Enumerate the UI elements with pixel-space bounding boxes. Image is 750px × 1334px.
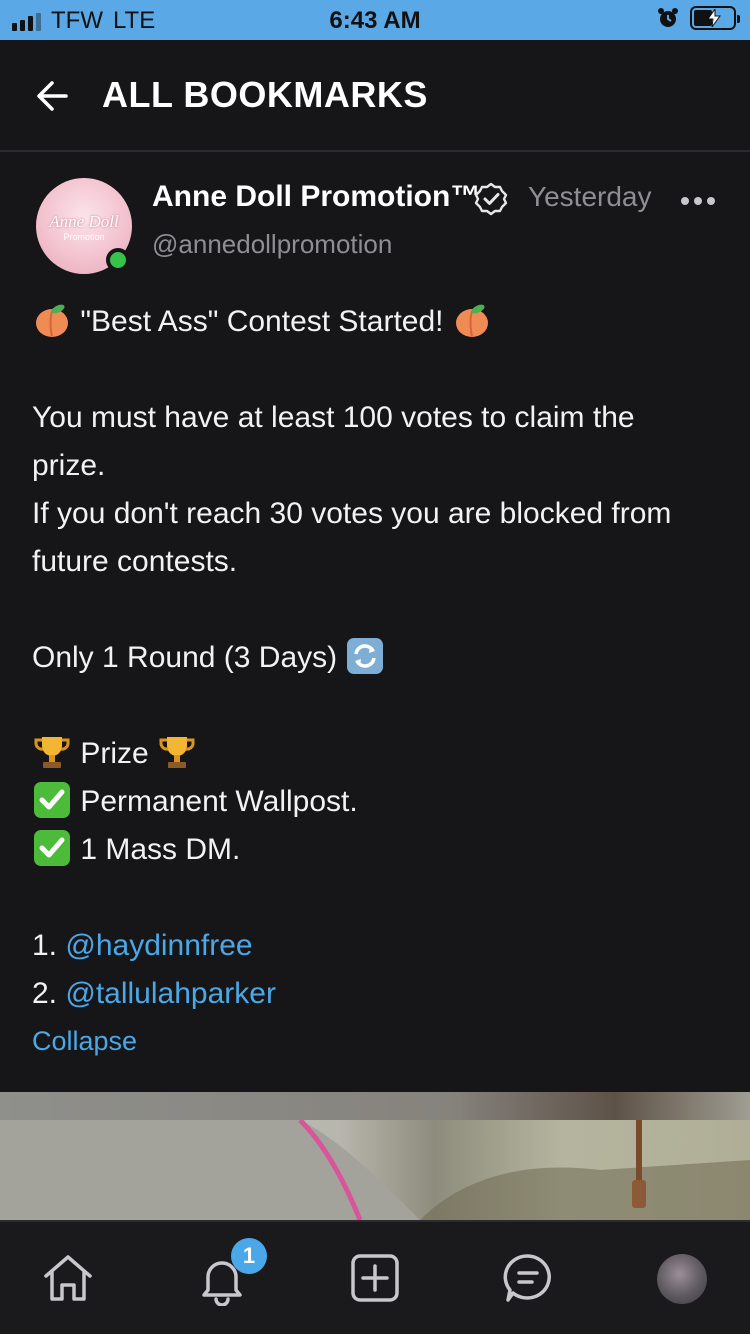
headline-line: "Best Ass" Contest Started! (32, 298, 722, 346)
media-divider (0, 1092, 750, 1120)
status-time: 6:43 AM (329, 7, 421, 34)
prize-line-2: 1 Mass DM. (32, 826, 722, 874)
page-title: ALL BOOKMARKS (102, 74, 428, 115)
entrant-number-2: 2. (32, 977, 58, 1010)
post-timestamp: Yesterday (528, 181, 652, 212)
entrant-line-2: 2. @tallulahparker (32, 970, 722, 1018)
avatar-logo-subtext: Promotion (63, 232, 105, 242)
trophy-emoji-icon (159, 737, 195, 769)
author-handle[interactable]: @annedollpromotion (152, 229, 392, 260)
back-arrow-icon[interactable] (32, 76, 72, 116)
prize-line-1: Permanent Wallpost. (32, 778, 722, 826)
alarm-icon (658, 8, 678, 27)
more-options-icon[interactable] (680, 196, 716, 206)
peach-emoji-icon (36, 304, 68, 338)
online-status-dot (106, 248, 130, 272)
trophy-emoji-icon (34, 737, 70, 769)
verified-badge-icon (474, 182, 508, 216)
round-info-line: Only 1 Round (3 Days) (32, 634, 722, 682)
prize-heading: Prize (80, 737, 149, 770)
post-body: "Best Ass" Contest Started! You must hav… (32, 298, 722, 1018)
prize-item-2: 1 Mass DM. (80, 833, 241, 866)
round-info: Only 1 Round (3 Days) (32, 641, 338, 674)
page-header: ALL BOOKMARKS (0, 40, 750, 152)
add-post-icon[interactable] (347, 1250, 403, 1306)
messages-icon[interactable] (500, 1250, 556, 1306)
check-mark-emoji-icon (34, 830, 70, 867)
check-mark-emoji-icon (34, 782, 70, 819)
peach-emoji-icon (455, 304, 488, 338)
entrant-line-1: 1. @haydinnfree (32, 922, 722, 970)
rule-line-2: prize. (32, 449, 106, 482)
rule-line-1: You must have at least 100 votes to clai… (32, 401, 635, 434)
bottom-navigation (0, 1220, 750, 1334)
media-preview-graphic (0, 1120, 750, 1220)
entrant-number-1: 1. (32, 929, 58, 962)
battery-icon (690, 6, 740, 30)
rule-line-4: future contests. (32, 545, 238, 578)
entrant-mention-2[interactable]: @tallulahparker (65, 977, 276, 1010)
post-headline: "Best Ass" Contest Started! (80, 305, 444, 338)
post-media-image[interactable] (0, 1120, 750, 1220)
home-icon[interactable] (40, 1250, 96, 1306)
collapse-link[interactable]: Collapse (32, 1026, 137, 1057)
author-name[interactable]: Anne Doll Promotion™ (152, 180, 480, 214)
repeat-emoji-icon (347, 638, 384, 675)
rule-line-3: If you don't reach 30 votes you are bloc… (32, 497, 672, 530)
notification-count-badge: 1 (231, 1238, 267, 1274)
avatar-logo-text: Anne Doll (49, 212, 119, 231)
status-bar-right (656, 6, 740, 30)
prize-item-1: Permanent Wallpost. (80, 785, 358, 818)
status-bar: TFW LTE 6:43 AM (0, 0, 750, 40)
profile-avatar[interactable] (657, 1254, 707, 1304)
prize-heading-line: Prize (32, 730, 722, 778)
entrant-mention-1[interactable]: @haydinnfree (65, 929, 252, 962)
